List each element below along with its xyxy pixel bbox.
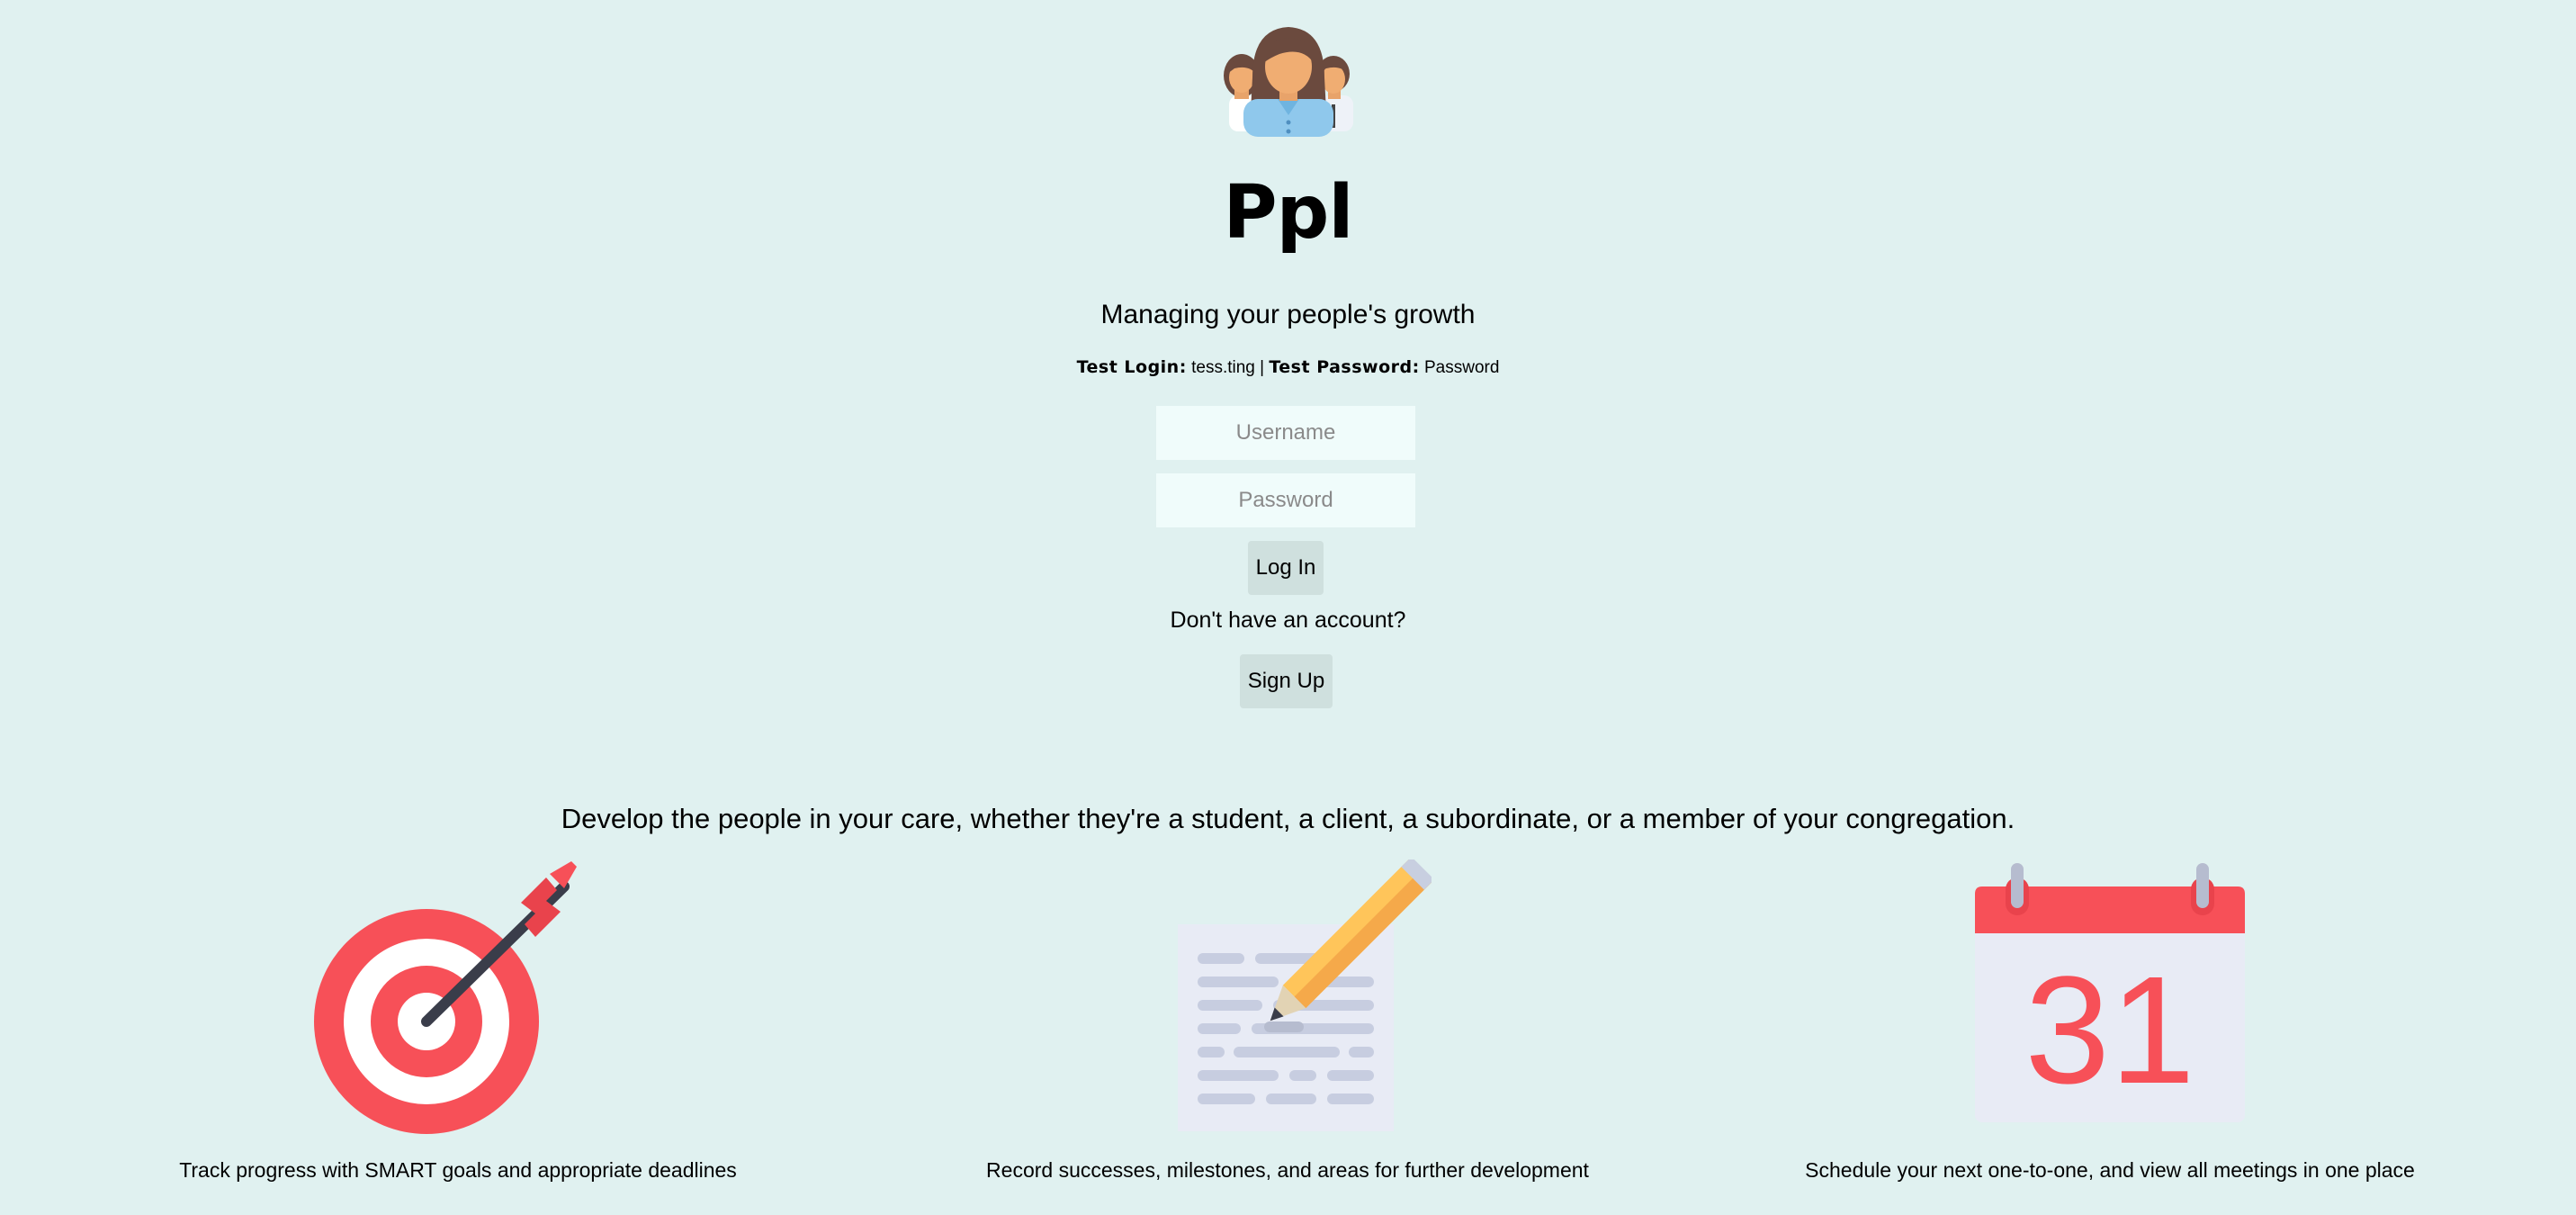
feature-records: Record successes, milestones, and areas … xyxy=(883,860,1692,1182)
test-password-value: Password xyxy=(1424,358,1500,377)
feature-caption: Record successes, milestones, and areas … xyxy=(986,1158,1589,1182)
feature-caption: Track progress with SMART goals and appr… xyxy=(179,1158,737,1182)
username-input[interactable] xyxy=(1156,406,1415,460)
test-login-value: tess.ting xyxy=(1191,358,1255,377)
credentials-separator: | xyxy=(1260,358,1265,377)
calendar-day-number: 31 xyxy=(2024,945,2195,1116)
calendar-icon: 31 xyxy=(1975,863,2245,1122)
test-login-label: Test Login: xyxy=(1076,357,1187,377)
feature-caption: Schedule your next one-to-one, and view … xyxy=(1805,1158,2415,1182)
password-input[interactable] xyxy=(1156,473,1415,527)
feature-goals: Track progress with SMART goals and appr… xyxy=(53,860,863,1182)
target-arrow-icon xyxy=(314,861,577,1134)
tagline: Managing your people's growth xyxy=(1100,300,1476,329)
test-credentials: Test Login: tess.ting | Test Password: P… xyxy=(0,356,2576,380)
no-account-text: Don't have an account? xyxy=(1170,608,1406,633)
people-group-icon xyxy=(1224,27,1353,137)
login-button[interactable]: Log In xyxy=(1248,541,1324,595)
test-password-label: Test Password: xyxy=(1269,357,1420,377)
signup-button[interactable]: Sign Up xyxy=(1240,654,1333,708)
login-page: Ppl Managing your people's growth Test L… xyxy=(0,0,2576,1215)
app-title: Ppl xyxy=(1223,170,1354,256)
intro-text: Develop the people in your care, whether… xyxy=(561,803,2015,834)
feature-meetings: 31 Schedule your next one-to-one, and vi… xyxy=(1705,860,2515,1182)
document-pencil-icon xyxy=(1178,860,1432,1131)
